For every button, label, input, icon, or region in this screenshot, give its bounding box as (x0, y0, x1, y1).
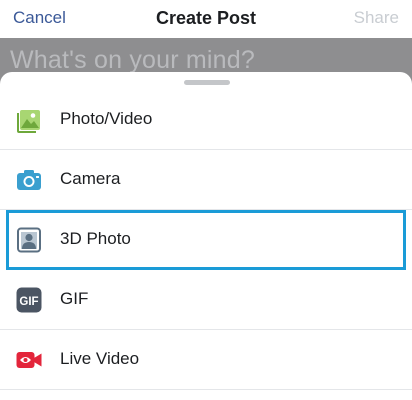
menu-item-photo-video[interactable]: Photo/Video (0, 90, 412, 150)
create-post-screen: Cancel Create Post Share What's on your … (0, 0, 412, 400)
menu-item-label: Photo/Video (60, 109, 153, 128)
gif-icon: GIF (16, 287, 42, 313)
menu-item-label: Camera (60, 169, 121, 188)
composer-placeholder: What's on your mind? (10, 46, 255, 74)
share-button[interactable]: Share (354, 8, 399, 28)
attachment-sheet: Photo/Video Camera 3D Photo GIF GIF Live… (0, 72, 412, 400)
menu-item-label: GIF (60, 289, 89, 308)
menu-item-camera[interactable]: Camera (0, 150, 412, 210)
svg-text:GIF: GIF (19, 296, 38, 308)
menu-item-label: 3D Photo (60, 229, 131, 248)
menu-item-3d-photo[interactable]: 3D Photo (6, 210, 406, 270)
page-title: Create Post (155, 8, 257, 28)
camera-icon (17, 170, 41, 190)
attachment-menu: Photo/Video Camera 3D Photo GIF GIF Live… (0, 90, 412, 390)
navigation-bar: Cancel Create Post Share (0, 0, 412, 38)
sheet-grabber-handle[interactable] (184, 80, 230, 85)
live-video-icon (16, 352, 42, 368)
menu-item-gif[interactable]: GIF GIF (0, 270, 412, 330)
menu-item-label: Live Video (60, 349, 140, 368)
3d-photo-icon (17, 227, 41, 253)
photo-video-icon (17, 110, 40, 133)
menu-item-live-video[interactable]: Live Video (0, 330, 412, 390)
